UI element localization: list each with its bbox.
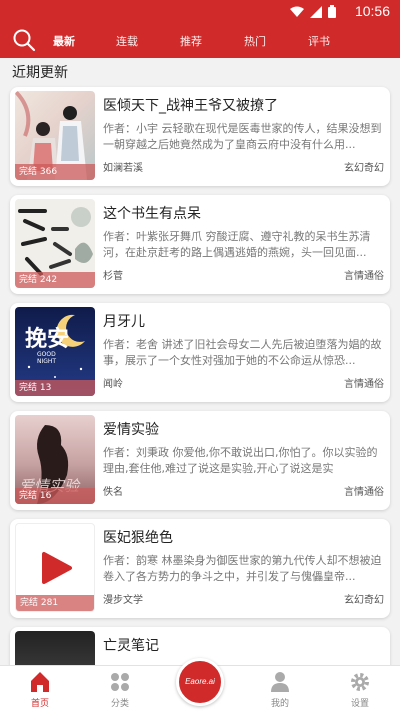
tab-category-label: 分类 xyxy=(110,699,129,709)
tab-home-label: 首页 xyxy=(30,699,49,709)
book-author: 佚名 xyxy=(103,487,123,498)
book-title[interactable]: 月牙儿 xyxy=(103,311,145,331)
tab-settings-label: 设置 xyxy=(350,699,369,709)
book-author: 闻岭 xyxy=(103,379,123,390)
book-title[interactable]: 爱情实验 xyxy=(103,419,159,439)
section-title: 近期更新 xyxy=(12,65,68,81)
search-icon[interactable] xyxy=(12,28,36,52)
book-cover: 爱情实验 完结 16 xyxy=(15,415,95,504)
cover-status-label: 完结 16 xyxy=(15,488,95,504)
book-genre: 言情通俗 xyxy=(344,379,384,390)
book-card[interactable]: 完结 366 医倾天下_战神王爷又被撩了 作者：小宇 云轻歌在现代是医毒世家的传… xyxy=(10,87,390,186)
book-author: 杉菅 xyxy=(103,271,123,282)
book-description: 作者：韵寒 林墨染身为御医世家的第九代传人却不想被迫卷入了各方势力的争斗之中，并… xyxy=(103,554,382,583)
status-time: 10:56 xyxy=(354,3,390,19)
book-card[interactable]: 挽安 GOOD NIGHT 完结 13 月牙儿 作者：老舍 讲述了旧社会母女二人… xyxy=(10,303,390,402)
book-description: 作者：刘秉政 你爱他,你不敢说出口,你怕了。你以实验的理由,套住他,难过了说这是… xyxy=(103,446,378,475)
tab-profile-label: 我的 xyxy=(270,699,289,709)
status-bar: 10:56 xyxy=(0,0,400,24)
tab-recommended[interactable]: 推荐 xyxy=(180,33,202,49)
cover-subtitle-text: GOOD NIGHT xyxy=(37,351,57,365)
cover-status-label: 完结 366 xyxy=(15,164,95,180)
cover-status-label: 完结 13 xyxy=(15,380,95,396)
book-cover: 挽安 GOOD NIGHT 完结 13 xyxy=(15,307,95,396)
book-author: 漫步文学 xyxy=(103,595,143,606)
book-card[interactable]: 完结 281 医妃狠绝色 作者：韵寒 林墨染身为御医世家的第九代传人却不想被迫卷… xyxy=(10,519,390,618)
tab-profile[interactable]: 我的 xyxy=(250,666,310,711)
book-cover: 完结 242 xyxy=(15,199,95,288)
book-cover: 完结 281 xyxy=(15,523,95,612)
book-title[interactable]: 这个书生有点呆 xyxy=(103,203,201,223)
cover-status-label: 完结 281 xyxy=(16,595,94,611)
book-card[interactable]: 爱情实验 完结 16 爱情实验 作者：刘秉政 你爱他,你不敢说出口,你怕了。你以… xyxy=(10,411,390,510)
book-genre: 玄幻奇幻 xyxy=(344,163,384,174)
tab-storytelling[interactable]: 评书 xyxy=(308,33,330,49)
user-icon xyxy=(271,672,289,692)
center-logo-label: Eaore.ai xyxy=(185,677,215,686)
book-card[interactable]: 完结 242 这个书生有点呆 作者：叶紫张牙舞爪 穷酸迂腐、遵守礼教的呆书生苏清… xyxy=(10,195,390,294)
gear-icon xyxy=(351,673,369,691)
tab-serializing[interactable]: 连载 xyxy=(116,33,138,49)
book-title[interactable]: 亡灵笔记 xyxy=(103,635,159,655)
category-icon xyxy=(111,673,129,691)
cover-status-label: 完结 242 xyxy=(15,272,95,288)
book-description: 作者：叶紫张牙舞爪 穷酸迂腐、遵守礼教的呆书生苏清河，在赴京赶考的路上偶遇逃婚的… xyxy=(103,230,371,259)
book-description: 作者：老舍 讲述了旧社会母女二人先后被迫堕落为娼的故事，展示了一个女性对强加于她… xyxy=(103,338,382,367)
signal-icon xyxy=(310,5,322,18)
book-title[interactable]: 医妃狠绝色 xyxy=(103,527,173,547)
cover-title-text: 挽安 xyxy=(25,327,70,352)
status-icons xyxy=(290,5,336,18)
tab-home[interactable]: 首页 xyxy=(10,666,70,711)
battery-icon xyxy=(328,5,336,18)
book-genre: 玄幻奇幻 xyxy=(344,595,384,606)
book-author: 如澜若溪 xyxy=(103,163,143,174)
book-description: 作者：小宇 云轻歌在现代是医毒世家的传人，结果没想到一朝穿越之后她竟然成为了皇商… xyxy=(103,122,382,151)
home-icon xyxy=(31,672,49,692)
center-logo-button[interactable]: Eaore.ai xyxy=(176,658,224,706)
tab-popular[interactable]: 热门 xyxy=(244,33,266,49)
wifi-icon xyxy=(290,6,304,17)
book-genre: 言情通俗 xyxy=(344,487,384,498)
book-title[interactable]: 医倾天下_战神王爷又被撩了 xyxy=(103,95,278,115)
tab-settings[interactable]: 设置 xyxy=(330,666,390,711)
tab-category[interactable]: 分类 xyxy=(90,666,150,711)
tab-latest[interactable]: 最新 xyxy=(53,33,75,49)
top-nav: 最新 连载 推荐 热门 评书 xyxy=(0,24,400,58)
book-genre: 言情通俗 xyxy=(344,271,384,282)
book-cover: 完结 366 xyxy=(15,91,95,180)
